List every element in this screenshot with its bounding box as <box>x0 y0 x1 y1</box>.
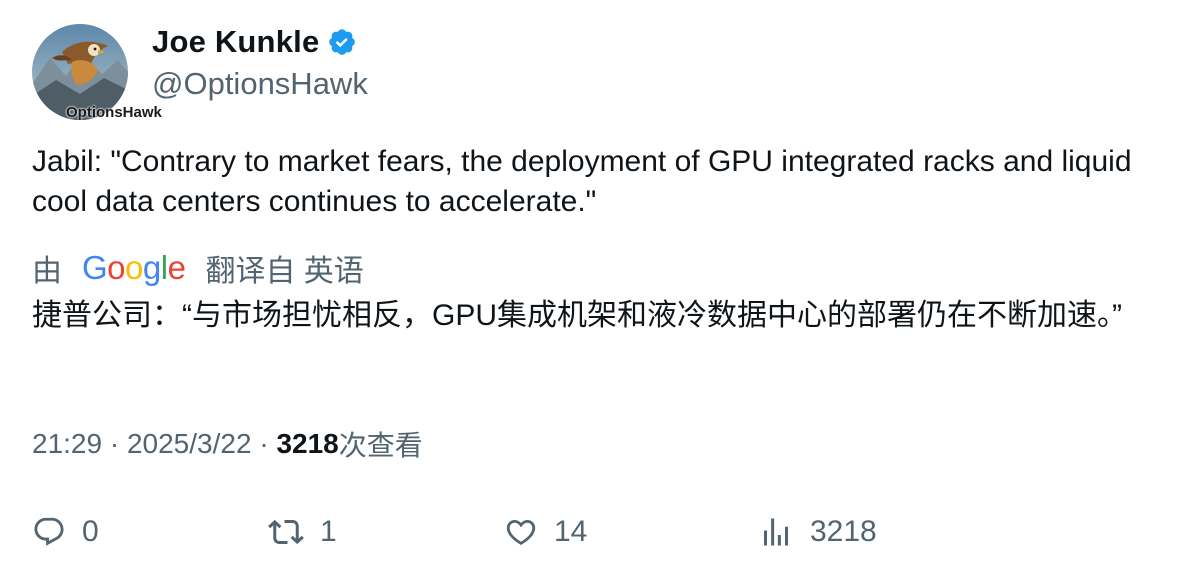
google-logo-letter: e <box>167 249 186 286</box>
tweet-card: OptionsHawk Joe Kunkle @OptionsHawk Jabi… <box>0 0 1196 578</box>
meta-separator: · <box>251 428 277 459</box>
translated-by-label: 由 <box>32 255 62 288</box>
meta-separator: · <box>102 428 127 459</box>
verified-badge-icon <box>327 27 357 57</box>
retweet-button[interactable]: 1 <box>268 508 337 556</box>
reply-icon <box>32 515 66 549</box>
google-logo-letter: l <box>160 249 168 286</box>
views-count: 3218 <box>276 428 339 459</box>
display-name-row: Joe Kunkle <box>152 24 368 60</box>
tweet-text: Jabil: "Contrary to market fears, the de… <box>32 145 1132 218</box>
google-logo[interactable]: Google <box>82 249 186 287</box>
avatar-logo-text: OptionsHawk <box>66 104 162 121</box>
display-name[interactable]: Joe Kunkle <box>152 24 319 60</box>
tweet-meta: 21:29 · 2025/3/22 · 3218 次查看 <box>32 424 423 464</box>
views-action-count: 3218 <box>810 515 877 548</box>
reply-count: 0 <box>82 515 99 548</box>
tweet-header: OptionsHawk Joe Kunkle @OptionsHawk <box>32 24 368 121</box>
action-bar: 0 1 14 3218 <box>0 508 1196 556</box>
reply-button[interactable]: 0 <box>32 508 99 556</box>
google-logo-letter: g <box>142 249 161 286</box>
google-logo-letter: o <box>107 249 126 286</box>
views-icon <box>758 514 794 550</box>
translation-attribution: 由 Google 翻译自 英语 <box>32 246 364 290</box>
translated-tweet-text: 捷普公司：“与市场担忧相反，GPU集成机架和液冷数据中心的部署仍在不断加速。” <box>32 299 1122 332</box>
retweet-icon <box>268 514 304 550</box>
google-logo-letter: G <box>82 249 108 286</box>
author-handle[interactable]: @OptionsHawk <box>152 66 368 102</box>
tweet-time[interactable]: 21:29 <box>32 428 102 460</box>
heart-icon <box>504 515 538 549</box>
retweet-count: 1 <box>320 515 337 548</box>
tweet-date[interactable]: 2025/3/22 <box>127 428 252 460</box>
like-button[interactable]: 14 <box>504 508 587 556</box>
avatar[interactable]: OptionsHawk <box>32 24 162 121</box>
views-button[interactable]: 3218 <box>758 508 877 556</box>
like-count: 14 <box>554 515 588 548</box>
translated-from-label: 翻译自 英语 <box>205 255 364 288</box>
views-label: 次查看 <box>338 430 423 461</box>
author-names: Joe Kunkle @OptionsHawk <box>152 24 368 102</box>
google-logo-letter: o <box>125 249 143 286</box>
